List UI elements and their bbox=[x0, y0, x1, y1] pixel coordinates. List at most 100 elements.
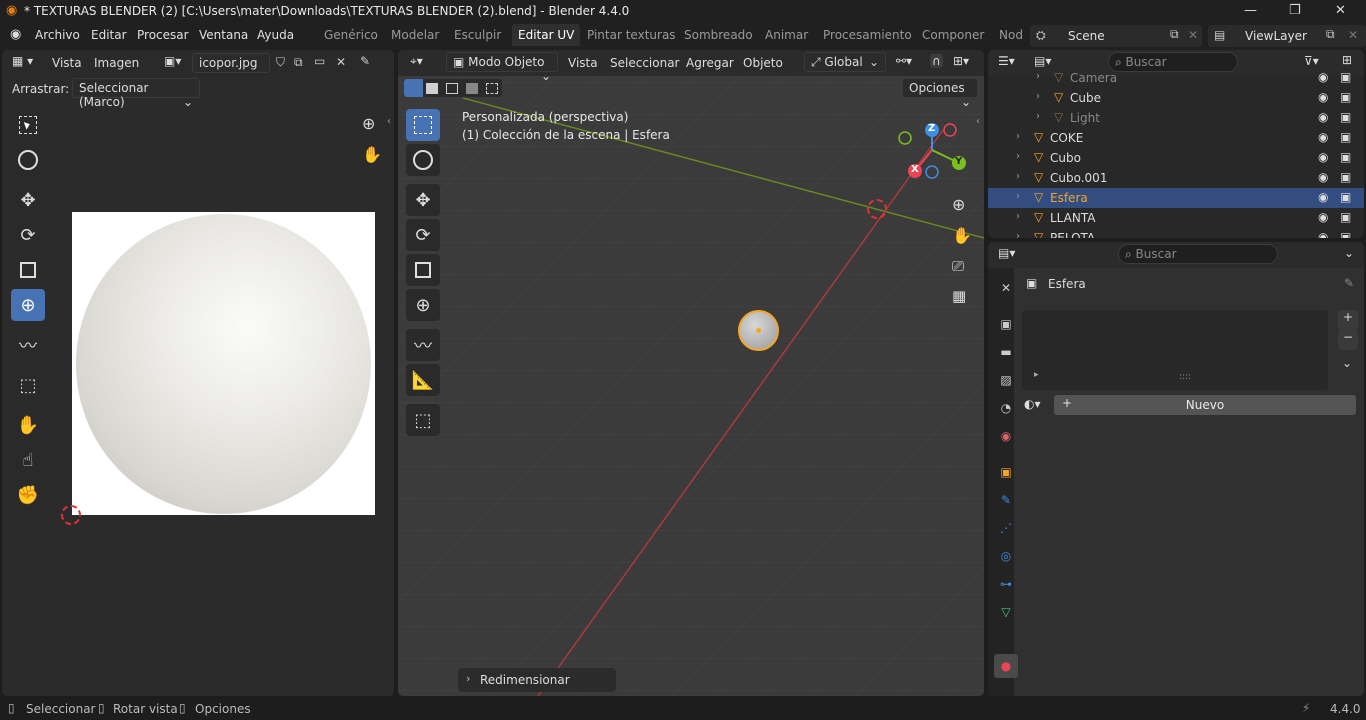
viewport-transform-tool[interactable]: ⊕ bbox=[406, 289, 440, 321]
transform-orientation-dropdown[interactable]: ⤢ Global ⌄ bbox=[804, 52, 886, 72]
visibility-eye-icon[interactable]: ◉ bbox=[1318, 210, 1328, 224]
view-layer-selector[interactable]: ▤ ViewLayer ⧉ ✕ bbox=[1208, 25, 1366, 47]
delete-scene-icon[interactable]: ✕ bbox=[1188, 28, 1198, 42]
outliner-row[interactable]: › ▽ Camera ◉ ▣ bbox=[988, 70, 1364, 88]
image-name-field[interactable]: icopor.jpg bbox=[192, 53, 270, 73]
render-camera-icon[interactable]: ▣ bbox=[1340, 170, 1351, 184]
expand-arrow-icon[interactable]: › bbox=[1036, 91, 1040, 102]
tab-editar-uv[interactable]: Editar UV bbox=[512, 24, 581, 46]
viewport-move-tool[interactable]: ✥ bbox=[406, 184, 440, 216]
grab-tool[interactable]: ✋ bbox=[11, 409, 45, 441]
snap-icon[interactable]: ∩ bbox=[930, 54, 943, 68]
select-subtract-icon[interactable] bbox=[446, 83, 458, 94]
add-cube-tool[interactable]: ⬚ bbox=[406, 404, 440, 436]
tab-sombreado[interactable]: Sombreado bbox=[684, 28, 753, 42]
expand-arrow-icon[interactable]: › bbox=[1036, 111, 1040, 122]
new-image-icon[interactable]: ⧉ bbox=[294, 55, 303, 70]
visibility-eye-icon[interactable]: ◉ bbox=[1318, 150, 1328, 164]
expand-arrow-icon[interactable]: › bbox=[1016, 151, 1020, 162]
tab-componer[interactable]: Componer bbox=[922, 28, 984, 42]
sphere-object[interactable] bbox=[738, 310, 779, 351]
tab-esculpir[interactable]: Esculpir bbox=[454, 28, 501, 42]
properties-editor-type-icon[interactable]: ▤▾ bbox=[998, 246, 1015, 260]
render-camera-icon[interactable]: ▣ bbox=[1340, 230, 1351, 238]
viewport-select-tool[interactable] bbox=[406, 109, 440, 141]
render-camera-icon[interactable]: ▣ bbox=[1340, 210, 1351, 224]
menu-editar[interactable]: Editar bbox=[91, 28, 127, 42]
render-camera-icon[interactable]: ▣ bbox=[1340, 110, 1351, 124]
menu-procesar[interactable]: Procesar bbox=[137, 28, 189, 42]
add-slot-icon[interactable]: + bbox=[1338, 310, 1358, 330]
filter-icon[interactable]: ⊽▾ bbox=[1304, 54, 1319, 68]
select-difference-icon[interactable] bbox=[466, 83, 478, 94]
cursor-tool[interactable] bbox=[11, 144, 45, 176]
collapse-sidebar-icon[interactable]: ‹ bbox=[387, 116, 391, 127]
material-slot-list[interactable]: ▸ :::: bbox=[1022, 310, 1328, 390]
pivot-icon[interactable]: ⚯▾ bbox=[896, 54, 912, 68]
select-box-tool[interactable] bbox=[11, 109, 45, 141]
new-material-button[interactable]: + Nuevo bbox=[1054, 395, 1356, 415]
outliner-row[interactable]: › ▽ Cubo ◉ ▣ bbox=[988, 148, 1364, 168]
uv-menu-imagen[interactable]: Imagen bbox=[94, 56, 139, 70]
mode-dropdown[interactable]: ▣ Modo Objeto ⌄ bbox=[446, 52, 558, 83]
material-browse-icon[interactable]: ◐▾ bbox=[1024, 397, 1041, 411]
editor-type-icon[interactable]: ⌖▾ bbox=[410, 54, 423, 69]
uv-menu-vista[interactable]: Vista bbox=[52, 56, 82, 70]
object-tab-icon[interactable]: ▣ bbox=[994, 460, 1018, 484]
list-expand-icon[interactable]: ▸ bbox=[1034, 370, 1039, 380]
display-mode-icon[interactable]: ▤▾ bbox=[1034, 54, 1051, 68]
expand-arrow-icon[interactable]: › bbox=[1016, 131, 1020, 142]
select-set-icon[interactable] bbox=[404, 79, 423, 97]
expand-arrow-icon[interactable]: › bbox=[1016, 211, 1020, 222]
physics-tab-icon[interactable]: ◎ bbox=[994, 544, 1018, 568]
list-resize-handle[interactable]: :::: bbox=[1179, 372, 1191, 382]
delete-view-layer-icon[interactable]: ✕ bbox=[1348, 28, 1358, 42]
viewport-menu-seleccionar[interactable]: Seleccionar bbox=[610, 56, 679, 70]
viewport-menu-objeto[interactable]: Objeto bbox=[743, 56, 783, 70]
properties-options-icon[interactable]: ⌄ bbox=[1344, 246, 1354, 260]
viewport-collapse-sidebar-icon[interactable]: ‹ bbox=[976, 116, 980, 127]
viewport-menu-vista[interactable]: Vista bbox=[568, 56, 598, 70]
outliner-editor-type-icon[interactable]: ☰▾ bbox=[998, 54, 1015, 68]
visibility-eye-icon[interactable]: ◉ bbox=[1318, 170, 1328, 184]
viewport-zoom-icon[interactable]: ⊕ bbox=[952, 195, 965, 214]
rip-region-tool[interactable]: ⬚ bbox=[11, 369, 45, 401]
pin-icon[interactable]: ✎ bbox=[360, 54, 370, 68]
tab-animar[interactable]: Animar bbox=[765, 28, 808, 42]
pinch-tool[interactable]: ✊ bbox=[11, 479, 45, 511]
image-browse-icon[interactable]: ▣▾ bbox=[164, 54, 181, 68]
view-layer-tab-icon[interactable]: ▨ bbox=[994, 368, 1018, 392]
last-operator-panel[interactable]: › Redimensionar bbox=[458, 668, 616, 692]
viewport-menu-agregar[interactable]: Agregar bbox=[686, 56, 734, 70]
drag-select-dropdown[interactable]: Seleccionar (Marco) ⌄ bbox=[72, 78, 200, 109]
viewport-pan-icon[interactable]: ✋ bbox=[952, 226, 972, 245]
expand-arrow-icon[interactable]: › bbox=[1016, 171, 1020, 182]
zoom-icon[interactable]: ⊕ bbox=[362, 114, 375, 133]
material-tab-icon[interactable]: ● bbox=[994, 654, 1018, 678]
minimize-icon[interactable]: — bbox=[1244, 3, 1257, 18]
tab-pintar-texturas[interactable]: Pintar texturas bbox=[587, 28, 676, 42]
tool-tab-icon[interactable]: ✕ bbox=[994, 276, 1018, 300]
annotate-tool[interactable]: 〰 bbox=[11, 329, 45, 361]
blender-menu-icon[interactable]: ◉ bbox=[10, 27, 21, 42]
menu-archivo[interactable]: Archivo bbox=[35, 28, 80, 42]
viewport-rotate-tool[interactable]: ⟳ bbox=[406, 219, 440, 251]
pin-properties-icon[interactable]: ✎ bbox=[1344, 276, 1354, 290]
output-tab-icon[interactable]: ▬ bbox=[994, 340, 1018, 364]
select-extend-icon[interactable] bbox=[426, 83, 438, 94]
maximize-icon[interactable]: ❐ bbox=[1289, 3, 1301, 18]
relax-tool[interactable]: ☝ bbox=[11, 444, 45, 476]
rotate-tool[interactable]: ⟳ bbox=[11, 219, 45, 251]
visibility-eye-icon[interactable]: ◉ bbox=[1318, 70, 1328, 84]
particles-tab-icon[interactable]: ⋰ bbox=[994, 516, 1018, 540]
new-scene-icon[interactable]: ⧉ bbox=[1170, 27, 1179, 42]
visibility-eye-icon[interactable]: ◉ bbox=[1318, 130, 1328, 144]
expand-arrow-icon[interactable]: › bbox=[1016, 231, 1020, 238]
ortho-toggle-icon[interactable]: ▦ bbox=[952, 287, 966, 305]
visibility-eye-icon[interactable]: ◉ bbox=[1318, 90, 1328, 104]
scene-selector[interactable]: ⛭ Scene ⧉ ✕ bbox=[1030, 25, 1202, 47]
remove-slot-icon[interactable]: − bbox=[1338, 330, 1358, 350]
expand-arrow-icon[interactable]: › bbox=[1016, 191, 1020, 202]
new-collection-icon[interactable]: ⊞ bbox=[1342, 53, 1352, 67]
tab-generico[interactable]: Genérico bbox=[324, 28, 378, 42]
